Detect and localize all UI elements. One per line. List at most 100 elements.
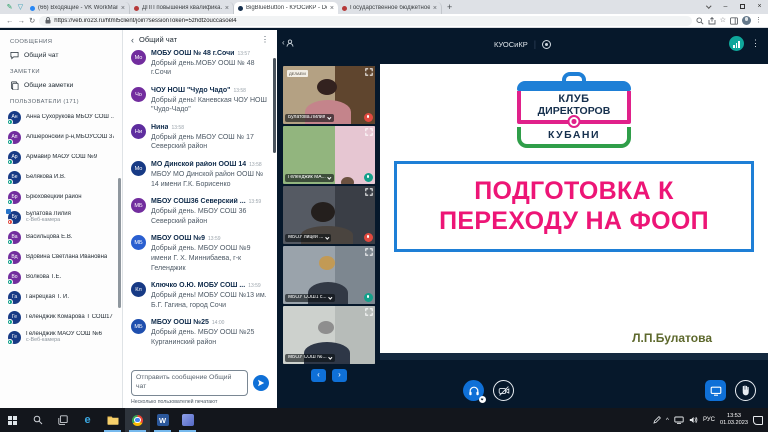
tab-close-icon[interactable]: × [433, 5, 437, 12]
chat-back-icon[interactable]: ‹ [131, 36, 134, 44]
webcam-tile[interactable]: Геленджик МА... [283, 126, 375, 184]
audio-button[interactable] [463, 380, 484, 401]
webcam-name-label[interactable]: Геленджик МА... [285, 174, 334, 183]
language-indicator[interactable]: РУС [703, 417, 715, 423]
camera-button[interactable] [493, 380, 514, 401]
taskbar-clock[interactable]: 13:53 01.03.2023 [720, 413, 748, 427]
avatar: Ап [8, 131, 21, 144]
webcam-name-label[interactable]: МБОУ лицей ... [285, 234, 331, 243]
file-explorer-button[interactable] [100, 408, 125, 432]
send-message-button[interactable] [253, 375, 269, 391]
action-center-icon[interactable] [753, 416, 763, 425]
browser-tab[interactable]: (66) Входящие - VK WorkMail × [26, 2, 130, 14]
raise-hand-button[interactable] [735, 380, 756, 401]
chat-options-icon[interactable]: ⋮ [261, 35, 269, 44]
user-list-item[interactable]: Ан Анна Сухорукова МБОУ СОШ ... [0, 107, 122, 127]
mic-status-badge [7, 199, 13, 205]
audio-options-chevron[interactable] [479, 396, 486, 403]
sidebar-scrollbar[interactable] [118, 178, 121, 308]
chat-title: Общий чат [139, 35, 256, 44]
user-list-item[interactable]: Во Волкова Т.Е. [0, 267, 122, 287]
webcam-tile[interactable]: МБОУ лицей ... [283, 186, 375, 244]
webcam-name: Булатова.Лилия [288, 115, 325, 121]
chat-message: МБ МБОУ ООШ №9 13:59 Добрый день. МБОУ О… [131, 235, 269, 273]
recording-indicator[interactable] [542, 40, 551, 49]
user-list-item[interactable]: Ге Геленджик МАОУ СОШ №6 с-Веб-камера [0, 327, 122, 347]
presentation-slide[interactable]: КЛУБ ДИРЕКТОРОВ КУБАНИ ПОДГОТОВКА К ПЕРЕ… [380, 64, 768, 360]
message-time: 13:59 [249, 199, 262, 205]
back-icon[interactable]: ← [6, 16, 14, 25]
chrome-button[interactable] [125, 408, 150, 432]
url-bar[interactable]: https://veb.iro23.ru/html5client/join?se… [39, 16, 691, 26]
chat-scrollbar[interactable] [273, 58, 276, 153]
meeting-title[interactable]: КУОСиКР [494, 40, 528, 49]
maximize-button[interactable] [734, 0, 751, 14]
user-list-item[interactable]: Га Ганрецкая Т. И. [0, 287, 122, 307]
mic-status-badge [7, 259, 13, 265]
webcam-tile[interactable]: МБОУ СОШ1 с... [283, 246, 375, 304]
volume-icon[interactable] [689, 416, 698, 424]
connection-status-icon[interactable] [729, 36, 744, 51]
start-button[interactable] [0, 408, 25, 432]
profile-avatar[interactable] [742, 16, 751, 25]
fullscreen-icon[interactable] [365, 248, 373, 256]
webcam-name-label[interactable]: Булатова.Лилия [285, 114, 334, 123]
share-icon[interactable] [708, 17, 716, 25]
webcam-tile[interactable]: МБОУ СОШ №... [283, 306, 375, 364]
webcam-tile[interactable]: ДЕЛАЕМ Булатова.Лилия [283, 66, 375, 124]
taskbar-search-button[interactable] [25, 408, 50, 432]
chat-message-input[interactable]: Отправить сообщение Общий чат [131, 370, 248, 396]
edge-button[interactable]: e [75, 408, 100, 432]
browser-tab[interactable]: BigBlueButton - КУОСиКР - Del... × [234, 2, 338, 14]
forward-icon[interactable]: → [18, 16, 26, 25]
webcam-name-label[interactable]: МБОУ СОШ1 с... [285, 294, 335, 303]
browser-menu-icon[interactable]: ⋮ [755, 16, 762, 26]
task-view-button[interactable] [50, 408, 75, 432]
pen-icon[interactable] [653, 416, 661, 424]
close-button[interactable]: × [751, 0, 768, 14]
options-menu-icon[interactable]: ⋮ [751, 38, 760, 49]
fullscreen-icon[interactable] [365, 308, 373, 316]
zoom-icon[interactable] [696, 17, 704, 25]
next-page-button[interactable]: › [332, 369, 347, 382]
user-list-item[interactable]: Ар Армавир МАОУ СОШ №9 [0, 147, 122, 167]
sidebar-item-public-chat[interactable]: Общий чат [0, 47, 122, 64]
network-icon[interactable] [674, 416, 684, 424]
user-list-item[interactable]: Бр Брюховецкий район [0, 187, 122, 207]
user-list-item[interactable]: Ва Васильцова Е.В. [0, 227, 122, 247]
tab-favicon [30, 6, 35, 11]
bookmark-star-icon[interactable]: ☆ [720, 16, 726, 26]
pinned-extension-icon[interactable]: ▽ [15, 2, 26, 14]
fullscreen-icon[interactable] [365, 68, 373, 76]
pinned-extension-icon[interactable]: ✎ [4, 2, 15, 14]
user-list-item[interactable]: Ге Геленджик Комарова Т СОШ17 [0, 307, 122, 327]
user-list-item[interactable]: Бу Булатова Лилия с-Веб-камера [0, 207, 122, 227]
side-panel-icon[interactable] [730, 17, 738, 25]
mic-status-badge [7, 319, 13, 325]
camera-off-icon [498, 385, 510, 397]
new-tab-button[interactable]: + [442, 2, 457, 14]
user-list-item[interactable]: Ап Апшеронский р-н,МБОУСОШ 37 [0, 127, 122, 147]
fullscreen-icon[interactable] [365, 188, 373, 196]
tab-search-icon[interactable] [700, 0, 717, 14]
avatar: МБ [131, 319, 146, 334]
app-button[interactable] [175, 408, 200, 432]
tab-close-icon[interactable]: × [121, 5, 125, 12]
webcam-name-label[interactable]: МБОУ СОШ №... [285, 354, 335, 363]
user-list-item[interactable]: Вд Вдовина Светлана Ивановна [0, 247, 122, 267]
show-hidden-icons[interactable]: ^ [666, 417, 669, 424]
lightbulb-icon [568, 115, 581, 128]
tab-close-icon[interactable]: × [330, 5, 334, 12]
tab-close-icon[interactable]: × [225, 5, 229, 12]
prev-page-button[interactable]: ‹ [311, 369, 326, 382]
browser-tab[interactable]: Государственное бюджетное... × [338, 2, 442, 14]
sidebar-item-shared-notes[interactable]: Общие заметки [0, 77, 122, 94]
word-button[interactable]: W [150, 408, 175, 432]
browser-tab[interactable]: ДПП повышения квалифика... × [130, 2, 234, 14]
screenshare-button[interactable] [705, 380, 726, 401]
reload-icon[interactable]: ↻ [29, 16, 35, 25]
minimize-button[interactable]: – [717, 0, 734, 14]
message-time: 13:59 [248, 283, 261, 289]
fullscreen-icon[interactable] [365, 128, 373, 136]
user-list-item[interactable]: Бе Белякова И.В. [0, 167, 122, 187]
